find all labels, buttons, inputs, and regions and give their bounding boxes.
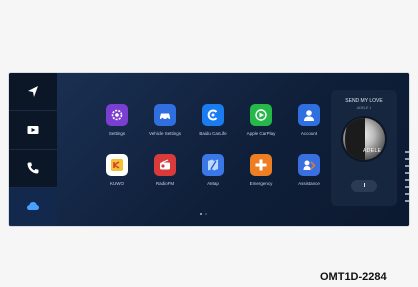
app-vehicle-settings[interactable]: Vehicle Settings	[141, 104, 189, 154]
map-icon	[202, 154, 224, 176]
status-indicator	[405, 200, 409, 202]
status-indicator	[405, 151, 409, 153]
status-indicator	[405, 165, 409, 167]
app-baidu-carlife[interactable]: Baidu CarLife	[189, 104, 237, 154]
media-player-icon	[27, 125, 39, 134]
status-indicator	[405, 179, 409, 181]
emergency-icon	[250, 154, 272, 176]
music-player-card[interactable]: SEND MY LOVE ADELE 1 ADELE II	[331, 90, 397, 206]
status-indicator	[405, 186, 409, 188]
app-label: Apple CarPlay	[246, 131, 276, 136]
app-kuwo[interactable]: KUWO	[93, 154, 141, 204]
app-label: KUWO	[110, 181, 124, 186]
home-screen: Settings Vehicle Settings Baidu CarLife …	[57, 73, 409, 226]
infotainment-display: Settings Vehicle Settings Baidu CarLife …	[9, 73, 409, 226]
app-settings[interactable]: Settings	[93, 104, 141, 154]
settings-icon	[106, 104, 128, 126]
app-label: Baidu CarLife	[199, 131, 227, 136]
app-assistance[interactable]: Assistance	[285, 154, 333, 204]
sidebar-item-phone[interactable]	[9, 150, 57, 188]
app-label: Settings	[108, 131, 126, 136]
radio-icon	[154, 154, 176, 176]
app-label: Assistance	[298, 181, 320, 186]
carplay-icon	[250, 104, 272, 126]
song-artist: ADELE 1	[356, 106, 372, 110]
app-emergency[interactable]: Emergency	[237, 154, 285, 204]
image-code: OMT1D-2284	[320, 271, 387, 283]
page-dot[interactable]	[200, 213, 202, 215]
assistance-icon	[298, 154, 320, 176]
album-art-shadow	[345, 118, 365, 160]
sidebar	[9, 73, 57, 226]
app-grid: Settings Vehicle Settings Baidu CarLife …	[93, 104, 333, 204]
carlife-icon	[202, 104, 224, 126]
app-amap[interactable]: AMap	[189, 154, 237, 204]
page-dot[interactable]	[205, 213, 207, 215]
album-art-text: ADELE	[363, 148, 382, 154]
status-indicators	[405, 151, 409, 202]
status-indicator	[405, 158, 409, 160]
album-art: ADELE	[343, 118, 385, 160]
app-apple-carplay[interactable]: Apple CarPlay	[237, 104, 285, 154]
sidebar-item-media[interactable]	[9, 111, 57, 150]
song-title: SEND MY LOVE	[345, 98, 383, 104]
sidebar-item-navigation[interactable]	[9, 73, 57, 112]
app-account[interactable]: Account	[285, 104, 333, 154]
car-icon	[154, 104, 176, 126]
status-indicator	[405, 172, 409, 174]
app-label: Emergency	[249, 181, 273, 186]
pause-button[interactable]: II	[351, 180, 377, 192]
app-label: Vehicle Settings	[148, 131, 182, 136]
kuwo-icon	[106, 154, 128, 176]
sidebar-item-cloud[interactable]	[9, 187, 57, 226]
app-radiofm[interactable]: RadioFM	[141, 154, 189, 204]
navigation-arrow-icon	[28, 85, 38, 97]
phone-icon	[27, 162, 39, 174]
pause-icon: II	[363, 183, 366, 189]
app-label: Account	[300, 131, 318, 136]
user-icon	[298, 104, 320, 126]
app-label: AMap	[207, 181, 219, 186]
cloud-icon	[27, 202, 39, 211]
status-indicator	[405, 193, 409, 195]
app-label: RadioFM	[155, 181, 175, 186]
page-indicator	[200, 213, 207, 215]
